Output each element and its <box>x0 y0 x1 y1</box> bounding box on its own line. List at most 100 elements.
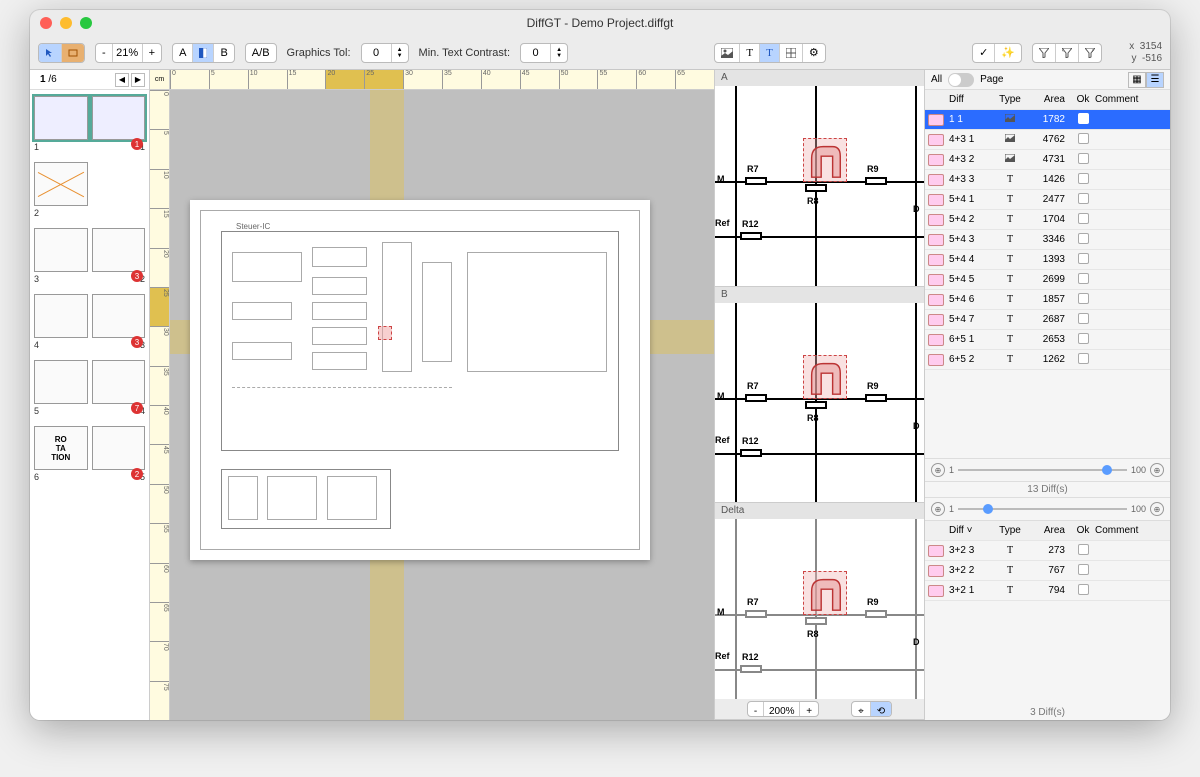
seg-b[interactable]: B <box>214 44 233 62</box>
thumb-left[interactable] <box>34 228 88 272</box>
diff-row[interactable]: 5+4 5 T 2699 <box>925 270 1170 290</box>
titlebar: DiffGT - Demo Project.diffgt <box>30 10 1170 36</box>
diff-row[interactable]: 5+4 6 T 1857 <box>925 290 1170 310</box>
diff-row[interactable]: 3+2 2 T 767 <box>925 561 1170 581</box>
zoom-out-button[interactable]: - <box>96 44 113 62</box>
preview-delta[interactable]: R7 R8 R9 R12 M Ref D <box>715 519 924 699</box>
scope-all[interactable]: All <box>931 74 942 85</box>
filter-slider-1[interactable]: ⊕ 1 100 ⊕ <box>925 458 1170 482</box>
summary-1: 13 Diff(s) <box>925 482 1170 497</box>
thumb-right[interactable] <box>92 294 146 338</box>
ab-seg[interactable]: A B <box>172 43 235 63</box>
diff-row[interactable]: 3+2 1 T 794 <box>925 581 1170 601</box>
image-icon[interactable] <box>715 44 740 62</box>
diff-row[interactable]: 4+3 1 4762 <box>925 130 1170 150</box>
prev-page-button[interactable]: ◀ <box>115 73 129 87</box>
view-grid-icon[interactable]: ▦ <box>1128 72 1146 88</box>
seg-split[interactable] <box>193 44 214 62</box>
preview-b[interactable]: R7 R8 R9 R12 M Ref D <box>715 303 924 503</box>
next-page-button[interactable]: ▶ <box>131 73 145 87</box>
pv-target-icon[interactable]: ⌖ <box>852 702 871 717</box>
svg-text:‹: ‹ <box>1062 48 1064 54</box>
check-seg[interactable]: ✓ ✨ <box>972 43 1022 63</box>
diff-row[interactable]: 4+3 2 4731 <box>925 150 1170 170</box>
pv-link-icon[interactable]: ⟲ <box>871 702 891 717</box>
diff-row[interactable]: 5+4 4 T 1393 <box>925 250 1170 270</box>
diff-row[interactable]: 5+4 3 T 3346 <box>925 230 1170 250</box>
window-title: DiffGT - Demo Project.diffgt <box>30 16 1170 30</box>
ruler-vertical: 051015202530354045505560657075 <box>150 90 170 720</box>
text-outline-icon[interactable]: T <box>760 44 780 62</box>
preview-a[interactable]: R7 R8 R9 R12 M Ref D <box>715 86 924 286</box>
gtol-stepper[interactable]: ▲▼ <box>392 44 408 62</box>
diff-row[interactable]: 4+3 3 T 1426 <box>925 170 1170 190</box>
thumbnail-header: 1 /6 ◀ ▶ <box>30 70 149 90</box>
thumb-right[interactable] <box>92 426 146 470</box>
diff-table-1[interactable]: Diff Type Area Ok Comment 1 1 1782 4+3 1… <box>925 90 1170 458</box>
thumb-left[interactable] <box>34 96 88 140</box>
preview-delta-label: Delta <box>715 503 924 519</box>
thumb-left[interactable] <box>34 294 88 338</box>
seg-ab[interactable]: A/B <box>246 44 276 62</box>
filter-slider-2[interactable]: ⊕ 1 100 ⊕ <box>925 497 1170 521</box>
funnel-right-icon[interactable]: › <box>1079 44 1101 62</box>
rect-select-icon[interactable] <box>62 44 84 62</box>
schematic-block: Steuer-IC <box>221 231 619 451</box>
seg-a[interactable]: A <box>173 44 193 62</box>
mtc-value[interactable]: 0 <box>521 44 551 62</box>
gtol-label: Graphics Tol: <box>287 47 351 59</box>
funnel-left-icon[interactable]: ‹ <box>1056 44 1079 62</box>
pv-zoom-in[interactable]: + <box>800 702 818 717</box>
funnel-seg[interactable]: ‹ › <box>1032 43 1102 63</box>
thumb-right[interactable] <box>92 228 146 272</box>
gear-icon[interactable]: ⚙ <box>803 44 825 62</box>
diff-row[interactable]: 6+5 2 T 1262 <box>925 350 1170 370</box>
zoom-value[interactable]: 21% <box>113 44 143 62</box>
zoom-in-button[interactable]: + <box>143 44 161 62</box>
cursor-tool-seg[interactable] <box>38 43 85 63</box>
diff-row[interactable]: 5+4 1 T 2477 <box>925 190 1170 210</box>
diff-row[interactable]: 3+2 3 T 273 <box>925 541 1170 561</box>
canvas-panel: cm 05101520253035404550556065 0510152025… <box>150 70 714 720</box>
pv-zoom-val[interactable]: 200% <box>764 702 800 717</box>
scope-page[interactable]: Page <box>980 74 1003 85</box>
globe-left-icon[interactable]: ⊕ <box>931 463 945 477</box>
canvas[interactable]: Steuer-IC <box>170 90 714 720</box>
mtc-field[interactable]: 0 ▲▼ <box>520 43 568 63</box>
preview-panel: A R7 R8 R9 R12 M Ref D B R7 R8 R9 R12 M … <box>714 70 924 720</box>
globe-right-icon[interactable]: ⊕ <box>1150 463 1164 477</box>
filter-seg-1[interactable]: T T ⚙ <box>714 43 825 63</box>
scope-toggle[interactable] <box>948 73 974 87</box>
thumbnail-panel: 1 /6 ◀ ▶ 1112332433574RO TA TION625 <box>30 70 150 720</box>
diff-row[interactable]: 1 1 1782 <box>925 110 1170 130</box>
globe-left-icon-2[interactable]: ⊕ <box>931 502 945 516</box>
thumb-right[interactable] <box>92 360 146 404</box>
diff-row[interactable]: 5+4 7 T 2687 <box>925 310 1170 330</box>
check-icon[interactable]: ✓ <box>973 44 995 62</box>
wand-icon[interactable]: ✨ <box>995 44 1021 62</box>
text-icon[interactable]: T <box>740 44 760 62</box>
globe-right-icon-2[interactable]: ⊕ <box>1150 502 1164 516</box>
ab-toggle[interactable]: A/B <box>245 43 277 63</box>
thumb-right[interactable] <box>92 96 146 140</box>
pv-zoom-out[interactable]: - <box>748 702 764 717</box>
preview-b-label: B <box>715 287 924 303</box>
thumb-left[interactable]: RO TA TION <box>34 426 88 470</box>
zoom-seg[interactable]: - 21% + <box>95 43 162 63</box>
pointer-icon[interactable] <box>39 44 62 62</box>
diff-table-2[interactable]: Diff ˅ Type Area Ok Comment 3+2 3 T 273 … <box>925 521 1170 705</box>
gtol-value[interactable]: 0 <box>362 44 392 62</box>
grid-icon[interactable] <box>780 44 803 62</box>
diff-row[interactable]: 6+5 1 T 2653 <box>925 330 1170 350</box>
thumb-left[interactable] <box>34 162 88 206</box>
funnel-icon[interactable] <box>1033 44 1056 62</box>
diff-row[interactable]: 5+4 2 T 1704 <box>925 210 1170 230</box>
gtol-field[interactable]: 0 ▲▼ <box>361 43 409 63</box>
view-list-icon[interactable]: ☰ <box>1146 72 1164 88</box>
mtc-label: Min. Text Contrast: <box>419 47 511 59</box>
mtc-stepper[interactable]: ▲▼ <box>551 44 567 62</box>
summary-2: 3 Diff(s) <box>925 705 1170 720</box>
ruler-horizontal: 05101520253035404550556065 <box>170 70 714 90</box>
diff-marker[interactable] <box>378 326 392 340</box>
thumb-left[interactable] <box>34 360 88 404</box>
